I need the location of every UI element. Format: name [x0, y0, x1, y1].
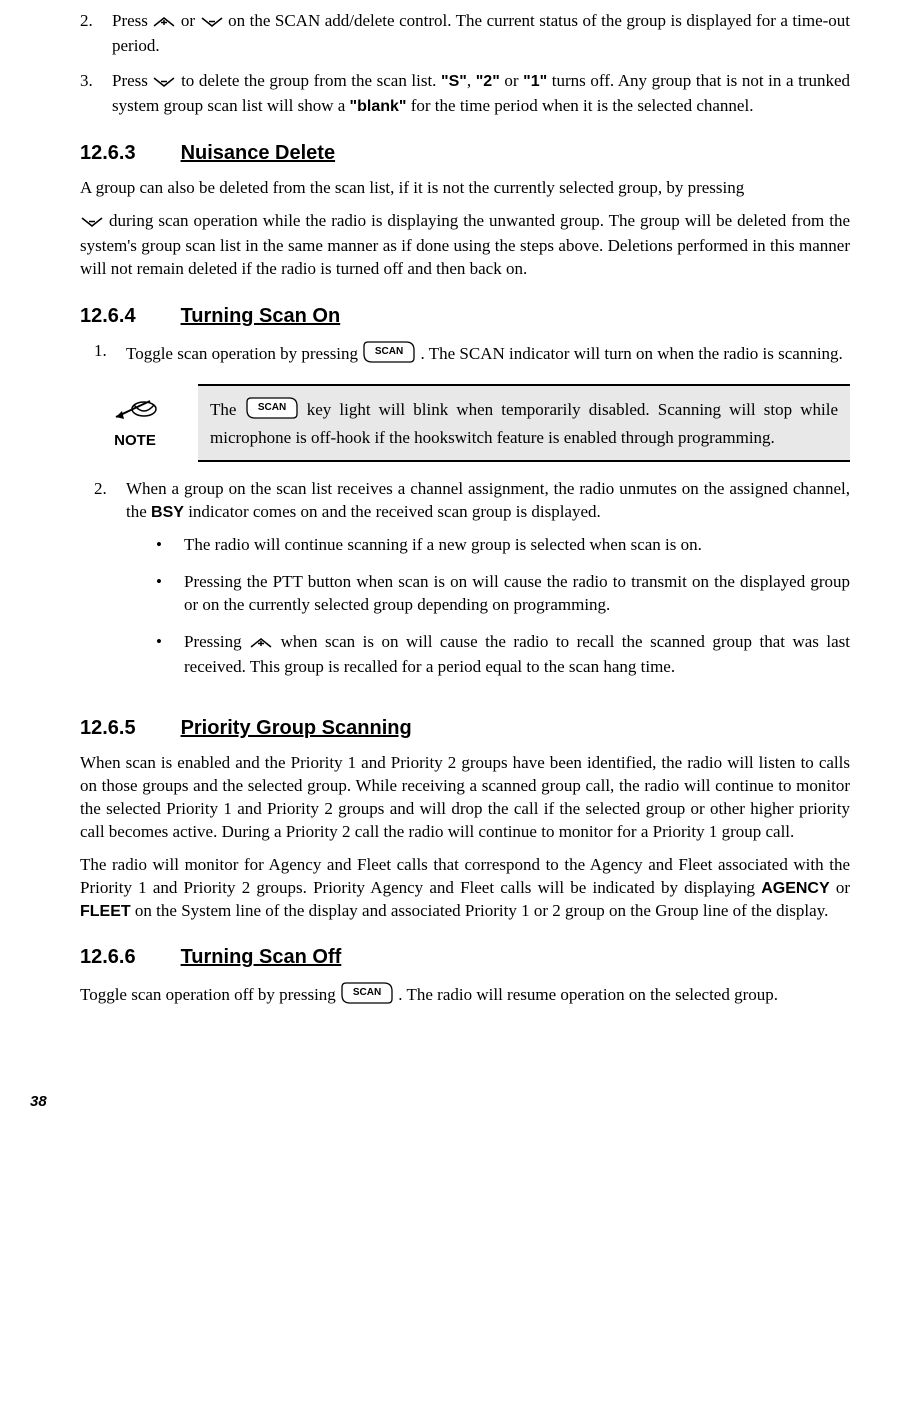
- section-number: 12.6.5: [80, 715, 175, 742]
- note-pencil-icon: [110, 395, 160, 431]
- section-title: Turning Scan Off: [181, 946, 342, 968]
- bullet-marker: •: [156, 534, 184, 557]
- svg-text:SCAN: SCAN: [375, 346, 403, 357]
- text: on the System line of the display and as…: [131, 901, 829, 920]
- section-heading-1264: 12.6.4 Turning Scan On: [80, 303, 850, 330]
- numbered-list-continued: 2. Press or on the SCAN add/delete contr…: [80, 10, 850, 118]
- paragraph: When scan is enabled and the Priority 1 …: [80, 752, 850, 844]
- paragraph: The radio will monitor for Agency and Fl…: [80, 854, 850, 923]
- note-content: The SCAN key light will blink when tempo…: [198, 384, 850, 462]
- section-title: Priority Group Scanning: [181, 717, 412, 739]
- note-block: NOTE The SCAN key light will blink when …: [80, 384, 850, 462]
- text: during scan operation while the radio is…: [80, 211, 850, 278]
- text: The radio will monitor for Agency and Fl…: [80, 855, 850, 897]
- list-item-3: 3. Press to delete the group from the sc…: [80, 70, 850, 118]
- down-minus-icon: [152, 72, 176, 95]
- list-text: Press or on the SCAN add/delete control.…: [112, 10, 850, 58]
- section-number: 12.6.4: [80, 303, 175, 330]
- bullet-item: • The radio will continue scanning if a …: [156, 534, 850, 557]
- text: key light will blink when temporarily di…: [210, 400, 838, 447]
- text: ,: [467, 71, 476, 90]
- note-label: NOTE: [114, 431, 156, 451]
- bold-blank: "blank": [350, 98, 407, 115]
- section-title: Nuisance Delete: [181, 142, 336, 164]
- section-number: 12.6.3: [80, 140, 175, 167]
- text: when scan is on will cause the radio to …: [184, 632, 850, 676]
- bullet-marker: •: [156, 571, 184, 617]
- bold-1: "1": [523, 73, 547, 90]
- bullet-text: Pressing when scan is on will cause the …: [184, 631, 850, 679]
- text: Toggle scan operation by pressing: [126, 344, 362, 363]
- scan-key-icon: SCAN: [245, 396, 299, 427]
- text: . The radio will resume operation on the…: [398, 985, 778, 1004]
- bullet-item: • Pressing when scan is on will cause th…: [156, 631, 850, 679]
- bullet-marker: •: [156, 631, 184, 679]
- numbered-list: 2. When a group on the scan list receive…: [80, 478, 850, 693]
- list-number: 1.: [94, 340, 126, 371]
- scan-key-icon: SCAN: [340, 981, 394, 1012]
- scan-key-icon: SCAN: [362, 340, 416, 371]
- text: indicator comes on and the received scan…: [184, 502, 601, 521]
- text: Pressing the PTT button when scan is on …: [184, 571, 850, 617]
- up-plus-icon: [249, 633, 273, 656]
- list-text: Press to delete the group from the scan …: [112, 70, 850, 118]
- section-title: Turning Scan On: [181, 305, 341, 327]
- text: The radio will continue scanning if a ne…: [184, 534, 850, 557]
- text: or: [500, 71, 523, 90]
- bullet-item: • Pressing the PTT button when scan is o…: [156, 571, 850, 617]
- text: . The SCAN indicator will turn on when t…: [421, 344, 843, 363]
- list-item-2: 2. When a group on the scan list receive…: [94, 478, 850, 693]
- paragraph: Toggle scan operation off by pressing SC…: [80, 981, 850, 1012]
- paragraph: during scan operation while the radio is…: [80, 210, 850, 281]
- list-number: 2.: [80, 10, 112, 58]
- section-heading-1265: 12.6.5 Priority Group Scanning: [80, 715, 850, 742]
- down-minus-icon: [80, 212, 104, 235]
- text: or: [181, 11, 200, 30]
- list-text: Toggle scan operation by pressing SCAN .…: [126, 340, 850, 371]
- text: for the time period when it is the selec…: [411, 96, 754, 115]
- list-number: 2.: [94, 478, 126, 693]
- bold-agency: AGENCY: [761, 880, 829, 897]
- text: Press: [112, 11, 152, 30]
- section-heading-1266: 12.6.6 Turning Scan Off: [80, 944, 850, 971]
- list-item-2: 2. Press or on the SCAN add/delete contr…: [80, 10, 850, 58]
- bold-bsy: BSY: [151, 504, 184, 521]
- text: Toggle scan operation off by pressing: [80, 985, 340, 1004]
- page-number: 38: [30, 1092, 850, 1112]
- text: Press: [112, 71, 152, 90]
- down-minus-icon: [200, 12, 224, 35]
- bold-s: "S": [441, 73, 467, 90]
- text: Pressing: [184, 632, 249, 651]
- paragraph: A group can also be deleted from the sca…: [80, 177, 850, 200]
- svg-text:SCAN: SCAN: [257, 402, 285, 413]
- text: or: [830, 878, 850, 897]
- up-plus-icon: [152, 12, 176, 35]
- section-number: 12.6.6: [80, 944, 175, 971]
- note-label-area: NOTE: [80, 384, 198, 462]
- bullet-list: • The radio will continue scanning if a …: [126, 534, 850, 679]
- bold-2: "2": [476, 73, 500, 90]
- text: to delete the group from the scan list.: [181, 71, 441, 90]
- list-item-1: 1. Toggle scan operation by pressing SCA…: [94, 340, 850, 371]
- section-heading-1263: 12.6.3 Nuisance Delete: [80, 140, 850, 167]
- list-text: When a group on the scan list receives a…: [126, 478, 850, 693]
- svg-text:SCAN: SCAN: [353, 987, 381, 998]
- list-number: 3.: [80, 70, 112, 118]
- numbered-list: 1. Toggle scan operation by pressing SCA…: [80, 340, 850, 371]
- text: A group can also be deleted from the sca…: [80, 178, 744, 197]
- bold-fleet: FLEET: [80, 903, 131, 920]
- text: The: [210, 400, 245, 419]
